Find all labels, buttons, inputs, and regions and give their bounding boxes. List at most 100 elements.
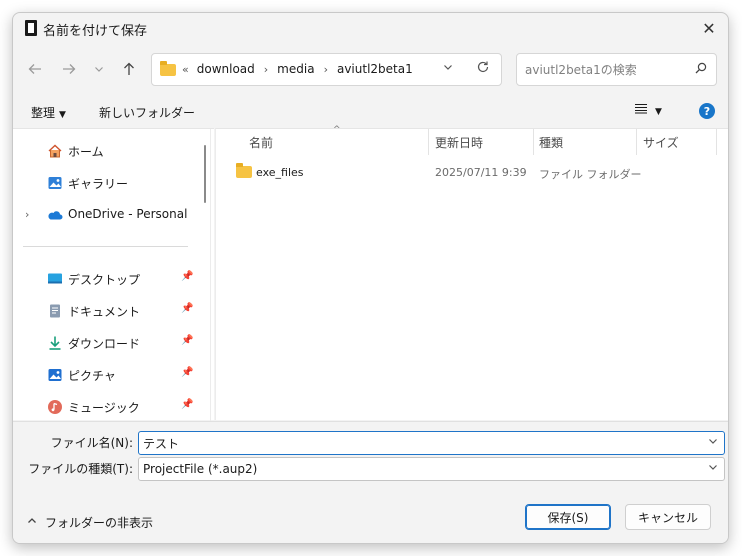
music-icon xyxy=(48,400,62,414)
forward-button[interactable] xyxy=(57,57,81,81)
folder-icon xyxy=(160,61,176,76)
sidebar-item-documents[interactable]: ドキュメント 📌 xyxy=(13,298,203,324)
file-name: exe_files xyxy=(256,166,304,179)
column-divider[interactable] xyxy=(636,129,637,155)
title-bar: 名前を付けて保存 ✕ xyxy=(13,13,728,43)
breadcrumb-item-aviutl2beta1[interactable]: aviutl2beta1 xyxy=(337,62,413,76)
up-button[interactable] xyxy=(117,57,141,81)
organize-label: 整理 xyxy=(31,106,56,120)
refresh-icon xyxy=(477,61,489,73)
sidebar-item-label: ミュージック xyxy=(68,401,140,415)
app-icon xyxy=(25,20,37,36)
sidebar-item-home[interactable]: ホーム xyxy=(13,138,203,164)
search-input[interactable] xyxy=(525,61,685,79)
pin-icon[interactable]: 📌 xyxy=(181,303,193,314)
address-bar[interactable]: « download › media › aviutl2beta1 xyxy=(151,53,502,86)
chevron-down-icon[interactable] xyxy=(708,436,718,449)
documents-icon xyxy=(50,304,60,318)
breadcrumb: « download › media › aviutl2beta1 xyxy=(182,62,413,76)
overflow-chevron-icon[interactable]: « xyxy=(182,63,189,76)
list-view-icon xyxy=(635,103,647,114)
address-dropdown-button[interactable] xyxy=(443,62,453,75)
column-divider[interactable] xyxy=(716,129,717,155)
chevron-down-icon xyxy=(444,65,452,70)
sidebar-divider xyxy=(23,246,188,247)
close-icon: ✕ xyxy=(702,18,716,38)
file-list: ^ 名前 更新日時 種類 サイズ exe_files 2025/07/11 9:… xyxy=(215,125,728,420)
caret-down-icon: ▼ xyxy=(655,107,662,117)
arrow-up-icon xyxy=(124,62,134,75)
sidebar-item-label: ピクチャ xyxy=(68,369,116,383)
command-bar: 整理 ▼ 新しいフォルダー ▼ ? xyxy=(13,97,728,127)
save-button[interactable]: 保存(S) xyxy=(525,504,611,530)
organize-menu-button[interactable]: 整理 ▼ xyxy=(31,104,66,121)
sidebar-item-music[interactable]: ミュージック 📌 xyxy=(13,394,203,420)
pin-icon[interactable]: 📌 xyxy=(181,271,193,282)
column-divider[interactable] xyxy=(428,129,429,155)
back-button[interactable] xyxy=(23,57,47,81)
home-icon xyxy=(48,144,62,158)
column-header-size[interactable]: サイズ xyxy=(643,129,679,155)
refresh-button[interactable] xyxy=(476,60,490,78)
sidebar-item-downloads[interactable]: ダウンロード 📌 xyxy=(13,330,203,356)
onedrive-icon xyxy=(48,211,63,220)
gallery-icon xyxy=(48,177,62,189)
folder-icon xyxy=(236,163,252,178)
file-modified: 2025/07/11 9:39 xyxy=(435,166,527,179)
filename-field[interactable] xyxy=(138,431,725,455)
sidebar-item-label: OneDrive - Personal xyxy=(68,207,188,221)
cancel-button[interactable]: キャンセル xyxy=(625,504,711,530)
sort-ascending-icon: ^ xyxy=(333,125,341,135)
downloads-icon xyxy=(49,336,61,350)
hide-folders-label: フォルダーの非表示 xyxy=(45,516,154,530)
breadcrumb-separator-icon: › xyxy=(263,62,269,76)
filetype-value: ProjectFile (*.aup2) xyxy=(143,462,258,476)
navigation-bar: « download › media › aviutl2beta1 xyxy=(13,43,728,93)
sidebar-item-pictures[interactable]: ピクチャ 📌 xyxy=(13,362,203,388)
search-box[interactable] xyxy=(516,53,717,86)
pin-icon[interactable]: 📌 xyxy=(181,367,193,378)
pin-icon[interactable]: 📌 xyxy=(181,335,193,346)
arrow-left-icon xyxy=(28,64,41,74)
sidebar-item-onedrive[interactable]: › OneDrive - Personal xyxy=(13,202,203,228)
sidebar-item-gallery[interactable]: ギャラリー xyxy=(13,170,203,196)
column-header-name[interactable]: 名前 xyxy=(249,129,273,155)
dialog-title: 名前を付けて保存 xyxy=(43,24,148,39)
sidebar-scrollbar[interactable] xyxy=(204,145,206,203)
breadcrumb-item-download[interactable]: download xyxy=(197,62,255,76)
sidebar-item-label: ダウンロード xyxy=(68,337,141,351)
caret-down-icon: ▼ xyxy=(59,110,66,120)
file-row[interactable]: exe_files 2025/07/11 9:39 ファイル フォルダー xyxy=(216,162,728,184)
arrow-right-icon xyxy=(63,64,76,74)
pin-icon[interactable]: 📌 xyxy=(181,399,193,410)
filename-input[interactable] xyxy=(143,435,693,451)
chevron-right-icon[interactable]: › xyxy=(25,208,29,221)
chevron-down-icon[interactable] xyxy=(708,462,718,475)
pane-divider xyxy=(210,129,211,421)
view-options-button[interactable]: ▼ xyxy=(635,103,662,118)
filetype-select[interactable]: ProjectFile (*.aup2) xyxy=(138,457,725,481)
save-as-dialog: 名前を付けて保存 ✕ « download › media › aviutl2b… xyxy=(12,12,729,544)
sidebar-item-label: ギャラリー xyxy=(68,177,129,191)
column-header-type[interactable]: 種類 xyxy=(539,129,563,155)
pictures-icon xyxy=(48,369,62,381)
filetype-label: ファイルの種類(T): xyxy=(28,462,133,476)
sidebar-item-desktop[interactable]: デスクトップ 📌 xyxy=(13,266,203,292)
column-divider[interactable] xyxy=(533,129,534,155)
recent-locations-button[interactable] xyxy=(87,57,111,81)
desktop-icon xyxy=(48,273,62,284)
new-folder-button[interactable]: 新しいフォルダー xyxy=(99,104,195,121)
breadcrumb-item-media[interactable]: media xyxy=(277,62,314,76)
search-icon xyxy=(695,62,707,74)
chevron-down-icon xyxy=(95,67,103,72)
chevron-up-icon xyxy=(27,516,37,529)
navigation-pane: ホーム ギャラリー › OneDrive - Personal デスクトップ 📌… xyxy=(13,128,214,421)
help-icon: ? xyxy=(703,104,711,118)
column-header-modified[interactable]: 更新日時 xyxy=(435,129,483,155)
breadcrumb-separator-icon: › xyxy=(323,62,328,76)
help-button[interactable]: ? xyxy=(699,103,715,119)
filename-label: ファイル名(N): xyxy=(50,436,133,450)
hide-folders-toggle[interactable]: フォルダーの非表示 xyxy=(27,514,153,531)
close-button[interactable]: ✕ xyxy=(696,16,722,40)
file-type: ファイル フォルダー xyxy=(539,168,642,181)
